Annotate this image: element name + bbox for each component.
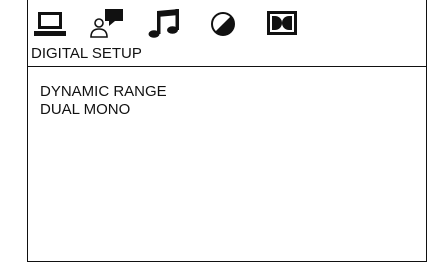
person-speech-icon <box>90 9 123 38</box>
menu-item-dynamic-range[interactable]: DYNAMIC RANGE <box>40 83 167 101</box>
tab-video-setup[interactable] <box>203 6 243 40</box>
setup-tab-bar <box>28 0 426 44</box>
tab-audio-setup[interactable] <box>144 6 184 40</box>
dolby-icon <box>267 11 297 35</box>
tab-general-setup[interactable] <box>30 6 70 40</box>
section-header: DIGITAL SETUP <box>28 44 426 67</box>
tab-digital-setup[interactable] <box>262 6 302 40</box>
menu-item-dual-mono[interactable]: DUAL MONO <box>40 101 167 119</box>
tab-speaker-setup[interactable] <box>88 6 128 40</box>
setup-screen: DIGITAL SETUP DYNAMIC RANGE DUAL MONO <box>27 0 427 262</box>
page-title: DIGITAL SETUP <box>31 45 142 62</box>
setup-menu: DYNAMIC RANGE DUAL MONO <box>40 83 167 119</box>
monitor-icon <box>34 12 66 36</box>
contrast-dial-icon <box>211 12 235 36</box>
music-note-icon <box>148 9 179 38</box>
